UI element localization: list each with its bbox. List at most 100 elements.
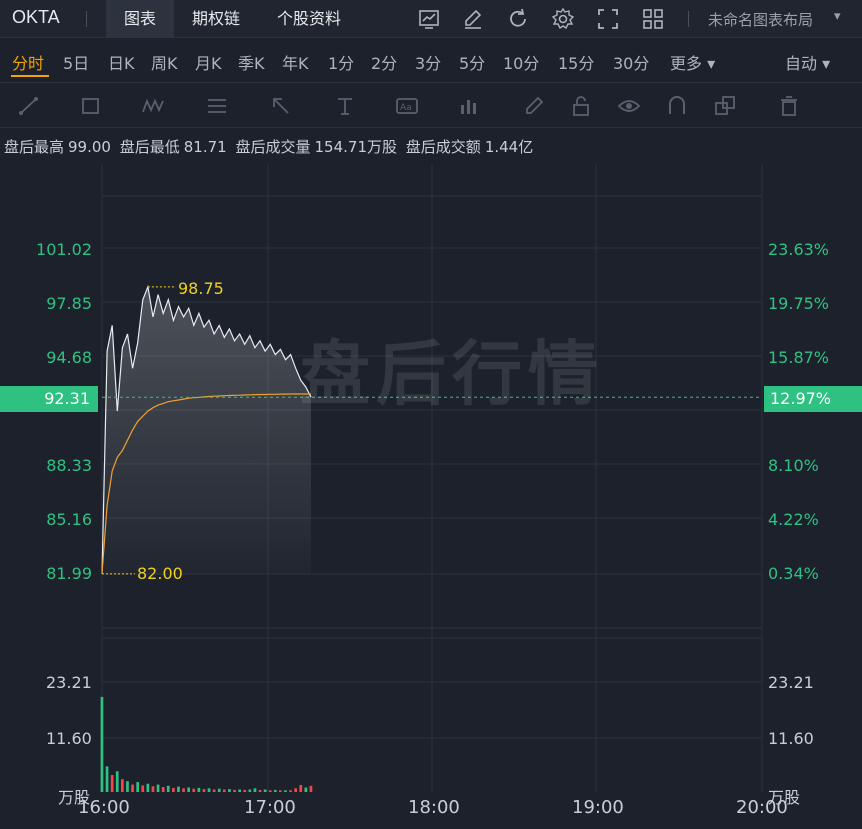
- trend-line-icon[interactable]: [16, 93, 42, 119]
- price-tick: 85.16: [46, 510, 92, 529]
- visibility-eye-icon[interactable]: [616, 93, 642, 119]
- price-tick: 101.02: [36, 240, 92, 259]
- settings-gear-icon[interactable]: [550, 6, 576, 32]
- low-value: 81.71: [183, 138, 227, 156]
- volume-tick: 11.60: [46, 729, 92, 748]
- period-monthly[interactable]: 月K: [195, 50, 222, 74]
- volume-bar: [207, 788, 211, 792]
- period-15min[interactable]: 15分: [558, 50, 594, 74]
- volume-label: 盘后成交量: [235, 138, 311, 156]
- ticker-symbol[interactable]: OKTA: [12, 7, 60, 28]
- turnover-value: 1.44亿: [484, 138, 534, 156]
- time-tick: 18:00: [408, 797, 460, 818]
- current-price-badge: 92.31: [0, 386, 98, 412]
- divider: [688, 11, 689, 27]
- volume-tick: 11.60: [768, 729, 814, 748]
- layout-grid-icon[interactable]: [640, 6, 666, 32]
- layout-selector[interactable]: 未命名图表布局: [708, 9, 813, 30]
- tab-options-chain[interactable]: 期权链: [178, 0, 254, 38]
- volume-bar: [217, 788, 221, 792]
- period-1min[interactable]: 1分: [328, 50, 354, 74]
- percent-tick: 8.10%: [768, 456, 819, 475]
- volume-bar: [228, 789, 231, 792]
- active-period-underline: [11, 75, 49, 77]
- magnet-icon[interactable]: [664, 93, 690, 119]
- indicator-icon[interactable]: [456, 93, 482, 119]
- time-tick: 19:00: [572, 797, 624, 818]
- volume-bar: [299, 785, 303, 792]
- annotation-icon[interactable]: Aa: [394, 93, 420, 119]
- volume-bar: [289, 790, 292, 792]
- volume-bar: [284, 790, 287, 792]
- percent-tick: 23.63%: [768, 240, 830, 259]
- volume-bar: [126, 781, 129, 792]
- refresh-icon[interactable]: [505, 6, 531, 32]
- tab-chart[interactable]: 图表: [106, 0, 174, 38]
- high-label: 盘后最高: [4, 138, 65, 156]
- volume-bar: [105, 766, 109, 792]
- volume-bar: [263, 789, 267, 792]
- volume-bar: [258, 789, 262, 792]
- volume-bar: [212, 789, 216, 792]
- time-tick: 20:00: [736, 797, 788, 818]
- period-yearly[interactable]: 年K: [282, 50, 309, 74]
- volume-bar: [223, 789, 226, 792]
- divider: [86, 11, 87, 27]
- volume-bar: [182, 788, 185, 792]
- auto-scale-selector[interactable]: 自动 ▾: [785, 50, 830, 74]
- volume-bar: [161, 787, 165, 792]
- edit-icon[interactable]: [460, 6, 486, 32]
- period-3min[interactable]: 3分: [415, 50, 441, 74]
- svg-text:Aa: Aa: [400, 103, 412, 113]
- arrow-icon[interactable]: [268, 93, 294, 119]
- volume-bar: [197, 787, 201, 792]
- period-more[interactable]: 更多 ▾: [670, 50, 715, 74]
- volume-bar: [166, 785, 170, 792]
- clone-icon[interactable]: [712, 93, 738, 119]
- max-price-marker: 98.75: [178, 279, 224, 298]
- period-bar: 分时 5日 日K 周K 月K 季K 年K 1分 2分 3分 5分 10分 15分…: [0, 39, 862, 81]
- volume-bar: [304, 787, 308, 792]
- volume-bar: [115, 771, 119, 792]
- price-tick: 97.85: [46, 294, 92, 313]
- trash-icon[interactable]: [776, 93, 802, 119]
- volume-bar: [233, 789, 236, 792]
- period-2min[interactable]: 2分: [371, 50, 397, 74]
- chevron-down-icon[interactable]: ▾: [834, 9, 841, 24]
- period-weekly[interactable]: 周K: [151, 50, 178, 74]
- period-quarterly[interactable]: 季K: [238, 50, 265, 74]
- pattern-icon[interactable]: [140, 93, 166, 119]
- price-tick: 94.68: [46, 348, 92, 367]
- text-tool-icon[interactable]: [332, 93, 358, 119]
- volume-bar: [243, 789, 247, 792]
- period-intraday[interactable]: 分时: [12, 50, 44, 74]
- volume-bar: [202, 789, 206, 792]
- tab-stock-profile[interactable]: 个股资料: [262, 0, 356, 38]
- period-daily[interactable]: 日K: [108, 50, 135, 74]
- volume-bar: [172, 787, 175, 792]
- period-10min[interactable]: 10分: [503, 50, 539, 74]
- price-area: [102, 286, 311, 574]
- volume-bar: [187, 787, 190, 792]
- percent-tick: 4.22%: [768, 510, 819, 529]
- period-5min[interactable]: 5分: [459, 50, 485, 74]
- current-percent-badge: 12.97%: [764, 386, 862, 412]
- percent-tick: 0.34%: [768, 564, 819, 583]
- volume-tick: 23.21: [46, 673, 92, 692]
- fullscreen-icon[interactable]: [595, 6, 621, 32]
- time-tick: 16:00: [78, 797, 130, 818]
- high-value: 99.00: [68, 138, 111, 156]
- period-30min[interactable]: 30分: [613, 50, 649, 74]
- fibonacci-icon[interactable]: [204, 93, 230, 119]
- rectangle-icon[interactable]: [78, 93, 104, 119]
- volume-bar: [151, 786, 155, 792]
- intraday-chart[interactable]: [0, 160, 862, 805]
- chart-type-icon[interactable]: [416, 6, 442, 32]
- volume-bar: [253, 788, 257, 792]
- period-5d[interactable]: 5日: [63, 50, 89, 74]
- volume-bar: [136, 782, 139, 792]
- brush-icon[interactable]: [521, 93, 547, 119]
- lock-icon[interactable]: [568, 93, 594, 119]
- percent-tick: 15.87%: [768, 348, 830, 367]
- volume-bar: [294, 788, 297, 792]
